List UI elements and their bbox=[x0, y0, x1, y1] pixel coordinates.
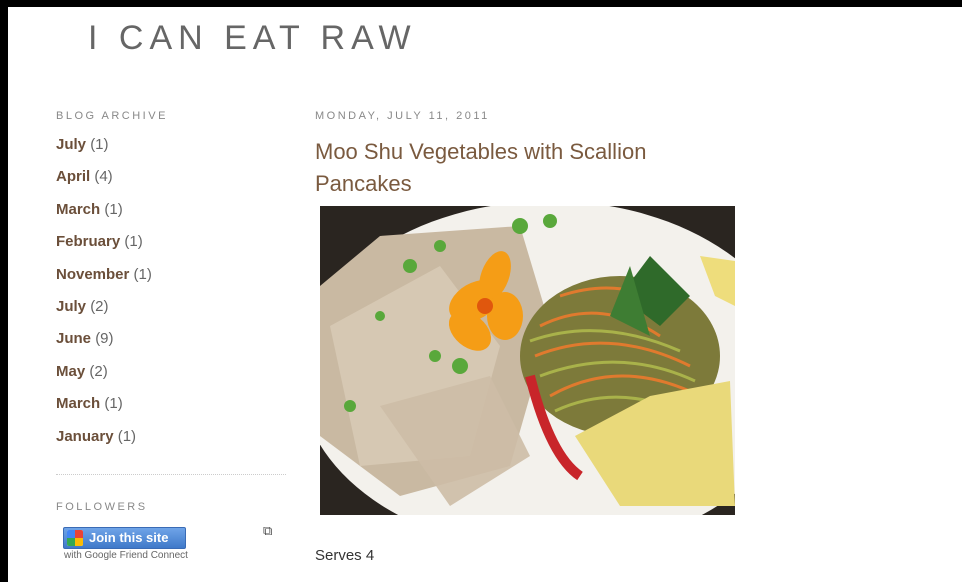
archive-item: June (9) bbox=[56, 330, 286, 362]
archive-item: July (1) bbox=[56, 136, 286, 168]
archive-item: April (4) bbox=[56, 168, 286, 200]
sidebar-divider bbox=[56, 473, 286, 475]
serves-text: Serves 4 bbox=[315, 547, 375, 564]
archive-count: (1) bbox=[117, 427, 137, 445]
sidebar: BLOG ARCHIVE July (1) April (4) March (1… bbox=[56, 110, 286, 567]
archive-link[interactable]: April bbox=[56, 168, 90, 185]
post-photo[interactable] bbox=[320, 206, 735, 515]
join-button-label: Join this site bbox=[89, 530, 169, 546]
google-logo-icon bbox=[67, 529, 83, 546]
friend-connect-widget: Join this site ⧉ with Google Friend Conn… bbox=[56, 523, 286, 567]
archive-item: November (1) bbox=[56, 266, 286, 298]
archive-item: May (2) bbox=[56, 363, 286, 395]
archive-link[interactable]: January bbox=[56, 428, 114, 445]
archive-link[interactable]: July bbox=[56, 136, 86, 153]
archive-item: July (2) bbox=[56, 298, 286, 330]
archive-count: (1) bbox=[124, 233, 143, 251]
archive-heading: BLOG ARCHIVE bbox=[56, 110, 168, 122]
archive-list: July (1) April (4) March (1) February (1… bbox=[56, 136, 286, 460]
archive-count: (1) bbox=[104, 200, 123, 218]
blog-title[interactable]: I CAN EAT RAW bbox=[88, 19, 417, 58]
blog-post: MONDAY, JULY 11, 2011 Moo Shu Vegetables… bbox=[315, 110, 875, 564]
archive-item: March (1) bbox=[56, 395, 286, 427]
archive-count: (4) bbox=[94, 168, 113, 186]
archive-link[interactable]: July bbox=[56, 298, 86, 315]
window-frame: I CAN EAT RAW BLOG ARCHIVE July (1) Apri… bbox=[0, 0, 962, 582]
archive-link[interactable]: June bbox=[56, 330, 91, 347]
followers-heading: FOLLOWERS bbox=[56, 500, 148, 513]
archive-link[interactable]: November bbox=[56, 266, 129, 283]
post-title[interactable]: Moo Shu Vegetables with Scallion Pancake… bbox=[315, 136, 715, 200]
archive-count: (1) bbox=[104, 395, 123, 413]
archive-link[interactable]: March bbox=[56, 395, 100, 412]
blog-page: I CAN EAT RAW BLOG ARCHIVE July (1) Apri… bbox=[8, 7, 962, 582]
archive-count: (2) bbox=[90, 297, 109, 315]
archive-count: (1) bbox=[90, 136, 109, 153]
food-photo-illustration bbox=[320, 206, 735, 515]
archive-count: (2) bbox=[89, 362, 108, 380]
archive-count: (9) bbox=[95, 330, 114, 348]
archive-item: March (1) bbox=[56, 201, 286, 233]
archive-item: January (1) bbox=[56, 428, 286, 460]
archive-link[interactable]: May bbox=[56, 363, 85, 380]
external-window-icon[interactable]: ⧉ bbox=[263, 523, 272, 539]
archive-item: February (1) bbox=[56, 233, 286, 265]
post-date: MONDAY, JULY 11, 2011 bbox=[315, 110, 490, 122]
friend-connect-note: with Google Friend Connect bbox=[64, 549, 188, 561]
archive-link[interactable]: February bbox=[56, 233, 120, 250]
archive-count: (1) bbox=[133, 265, 152, 283]
join-site-button[interactable]: Join this site bbox=[63, 526, 186, 549]
archive-link[interactable]: March bbox=[56, 201, 100, 218]
